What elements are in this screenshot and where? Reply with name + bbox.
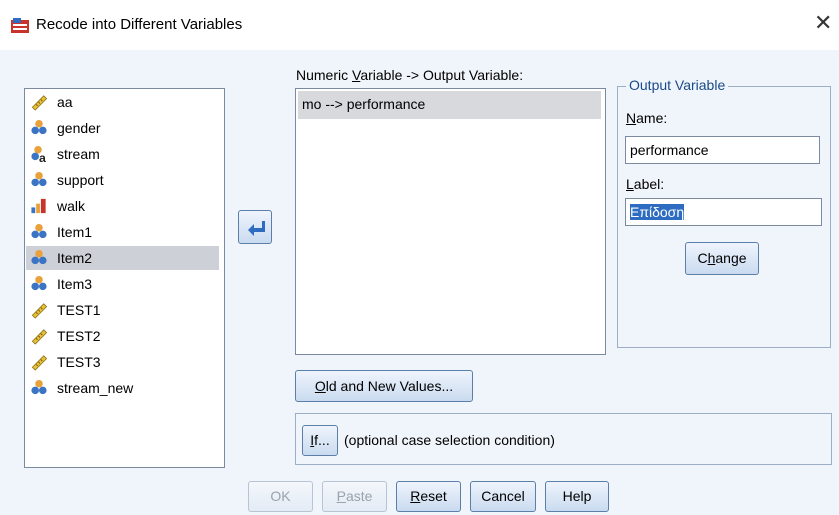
ruler-icon xyxy=(31,303,48,319)
app-icon xyxy=(11,18,29,33)
name-field[interactable]: performance xyxy=(625,136,820,164)
variable-name: walk xyxy=(57,198,86,214)
variable-name: Item1 xyxy=(57,224,93,240)
list-item[interactable]: TEST3 xyxy=(26,350,219,374)
name-label: Name: xyxy=(626,110,668,126)
list-item[interactable]: a stream xyxy=(26,142,219,166)
variable-name: support xyxy=(57,172,104,188)
nominal-icon xyxy=(31,171,47,187)
svg-text:a: a xyxy=(39,151,46,163)
title-bar: Recode into Different Variables ✕ xyxy=(0,0,839,50)
string-nominal-icon: a xyxy=(31,145,46,163)
window-title: Recode into Different Variables xyxy=(36,16,243,33)
cancel-button[interactable]: Cancel xyxy=(470,481,536,512)
variable-name: TEST3 xyxy=(57,354,101,370)
move-variable-button[interactable] xyxy=(238,210,272,244)
variable-name: Item3 xyxy=(57,276,93,292)
ruler-icon xyxy=(31,355,48,371)
variable-name: TEST1 xyxy=(57,302,101,318)
change-button[interactable]: Change xyxy=(685,242,759,275)
label-field[interactable]: Επίδοση xyxy=(625,198,822,226)
variable-name: aa xyxy=(57,94,73,110)
list-item[interactable]: gender xyxy=(26,116,219,140)
list-item[interactable]: Item2 xyxy=(26,246,219,270)
variable-list[interactable]: aa gender a stream support walk Item1 Item2 Item… xyxy=(24,88,225,468)
ok-button[interactable]: OK xyxy=(248,481,313,512)
list-item[interactable]: support xyxy=(26,168,219,192)
close-icon[interactable]: ✕ xyxy=(814,12,832,34)
list-item[interactable]: TEST1 xyxy=(26,298,219,322)
if-button[interactable]: If... xyxy=(302,425,338,456)
list-item[interactable]: Item3 xyxy=(26,272,219,296)
output-variable-title: Output Variable xyxy=(626,77,729,93)
if-description: (optional case selection condition) xyxy=(344,432,555,448)
ruler-icon xyxy=(31,329,48,345)
list-item[interactable]: aa xyxy=(26,90,219,114)
arrow-left-icon xyxy=(248,221,265,236)
label-value: Επίδοση xyxy=(630,204,685,220)
numeric-variable-label: Numeric Variable -> Output Variable: xyxy=(296,67,524,83)
variable-name: Item2 xyxy=(57,250,93,266)
numeric-output-list[interactable]: mo --> performance xyxy=(295,88,606,355)
nominal-icon xyxy=(31,249,47,265)
variable-name: TEST2 xyxy=(57,328,101,344)
paste-button[interactable]: Paste xyxy=(322,481,387,512)
list-item[interactable]: stream_new xyxy=(26,376,219,400)
nominal-icon xyxy=(31,119,47,135)
list-item[interactable]: TEST2 xyxy=(26,324,219,348)
help-button[interactable]: Help xyxy=(545,481,609,512)
nominal-icon xyxy=(31,275,47,291)
list-item[interactable]: Item1 xyxy=(26,220,219,244)
list-item[interactable]: walk xyxy=(26,194,219,218)
nominal-icon xyxy=(31,223,47,239)
variable-name: stream_new xyxy=(57,380,134,396)
label-label: Label: xyxy=(626,176,665,192)
ruler-icon xyxy=(31,95,48,111)
list-item[interactable]: mo --> performance xyxy=(298,91,601,119)
variable-name: gender xyxy=(57,120,101,136)
ordinal-icon xyxy=(31,198,46,214)
nominal-icon xyxy=(31,379,47,395)
reset-button[interactable]: Reset xyxy=(396,481,461,512)
variable-name: stream xyxy=(57,146,100,162)
old-new-values-button[interactable]: Old and New Values... xyxy=(295,370,473,402)
